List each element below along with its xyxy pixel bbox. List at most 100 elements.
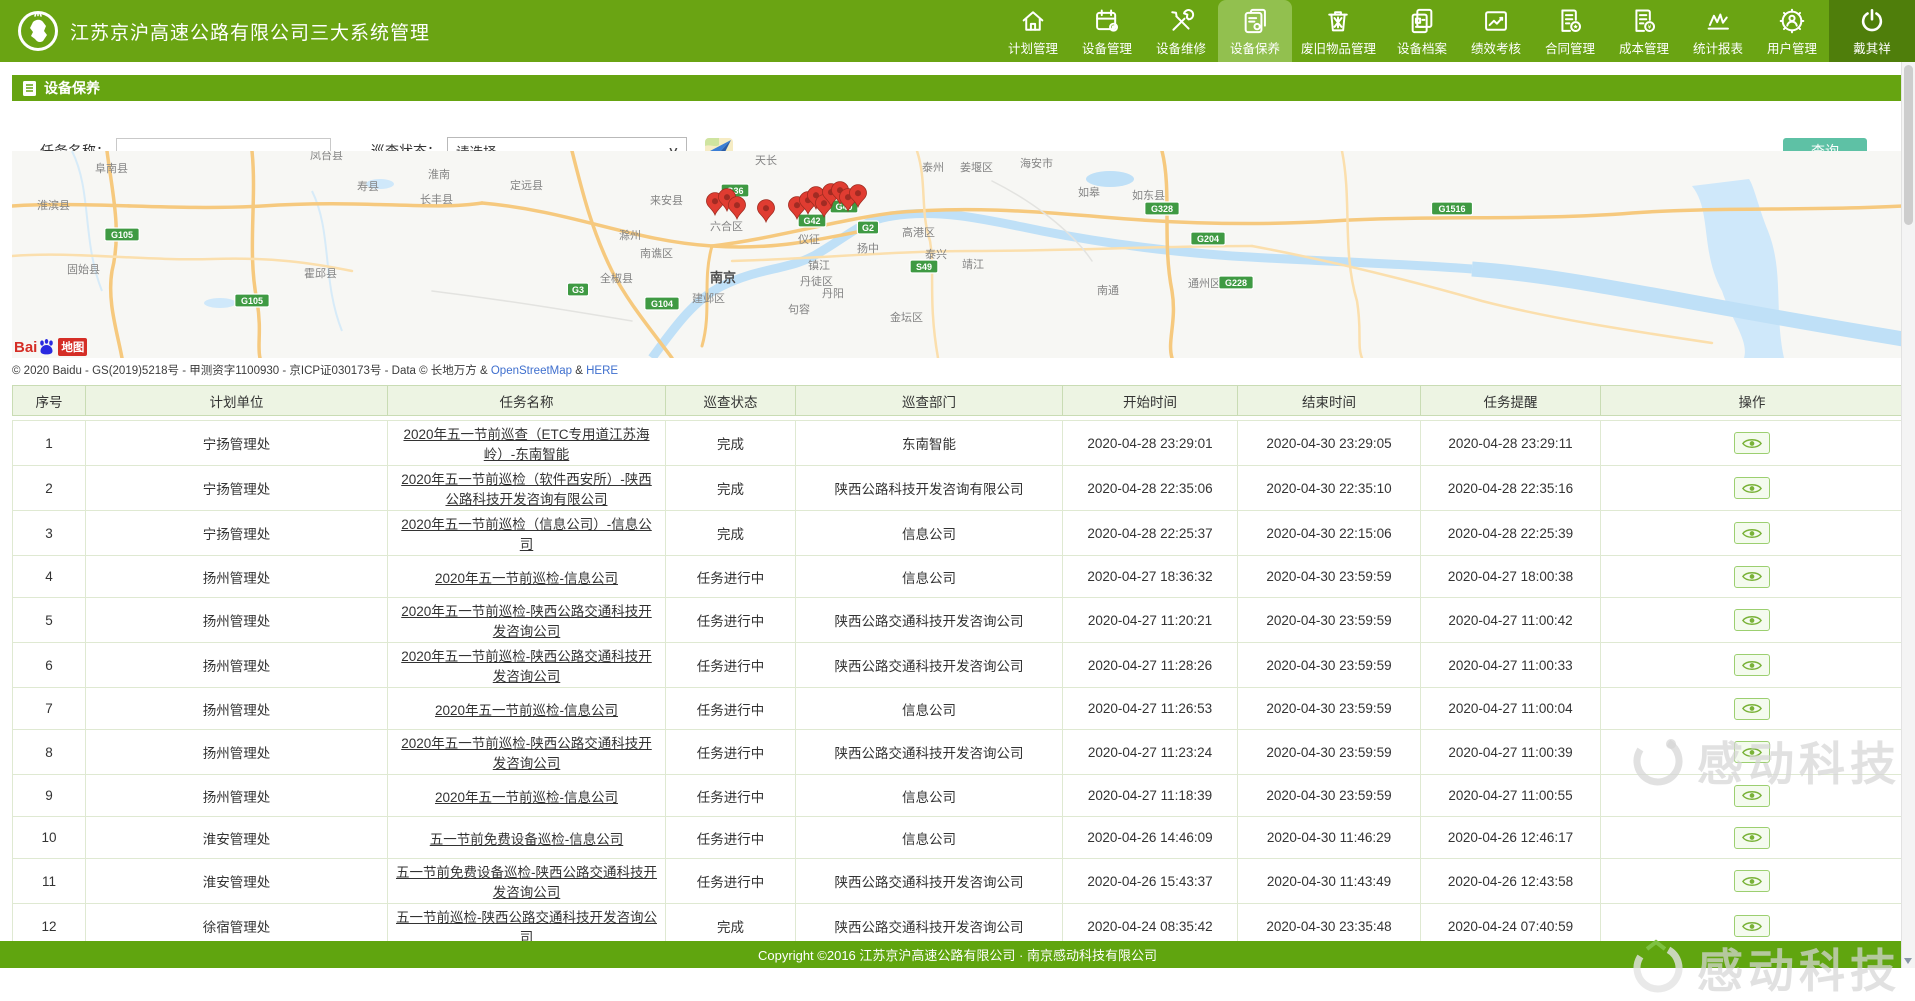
- task-cell: 2020年五一节前巡检-信息公司: [388, 556, 666, 598]
- nav-item-label: 设备维修: [1156, 38, 1206, 57]
- view-button[interactable]: [1734, 827, 1770, 849]
- view-button[interactable]: [1734, 654, 1770, 676]
- highway-shield: G105: [105, 228, 139, 241]
- table-header: 序号计划单位任务名称巡查状态巡查部门开始时间结束时间任务提醒操作: [12, 385, 1903, 416]
- task-link[interactable]: 2020年五一节前巡检-信息公司: [435, 571, 618, 586]
- view-button[interactable]: [1734, 870, 1770, 892]
- nav-item-label: 合同管理: [1545, 38, 1595, 57]
- task-link[interactable]: 五一节前免费设备巡检-信息公司: [430, 832, 624, 847]
- nav-item-11[interactable]: 用户管理: [1755, 0, 1829, 62]
- report-icon: [1704, 5, 1732, 35]
- baidu-logo[interactable]: Bai 地图: [14, 338, 87, 356]
- table-row: 8扬州管理处2020年五一节前巡检-陕西公路交通科技开发咨询公司任务进行中陕西公…: [13, 730, 1904, 775]
- view-button[interactable]: [1734, 785, 1770, 807]
- view-button[interactable]: [1734, 566, 1770, 588]
- view-button[interactable]: [1734, 741, 1770, 763]
- nav-item-5[interactable]: 废旧物品管理: [1292, 0, 1385, 62]
- status-cell: 任务进行中: [666, 688, 796, 730]
- view-button[interactable]: [1734, 432, 1770, 454]
- scrollbar-thumb[interactable]: [1904, 65, 1913, 225]
- scrollbar-down-arrow[interactable]: [1904, 958, 1912, 964]
- nav-item-label: 成本管理: [1619, 38, 1669, 57]
- nav-item-label: 设备档案: [1397, 38, 1447, 57]
- company-logo-icon[interactable]: [16, 9, 60, 53]
- status-cell: 任务进行中: [666, 859, 796, 904]
- task-link[interactable]: 2020年五一节前巡检-信息公司: [435, 790, 618, 805]
- svg-text:G42: G42: [803, 216, 820, 226]
- remind-time-cell: 2020-04-27 11:00:39: [1421, 730, 1601, 775]
- task-link[interactable]: 2020年五一节前巡检-陕西公路交通科技开发咨询公司: [401, 649, 652, 684]
- task-link[interactable]: 2020年五一节前巡检-信息公司: [435, 703, 618, 718]
- task-link[interactable]: 2020年五一节前巡检-陕西公路交通科技开发咨询公司: [401, 604, 652, 639]
- status-cell: 完成: [666, 466, 796, 511]
- plan-unit-cell: 宁扬管理处: [86, 421, 388, 466]
- start-time-cell: 2020-04-27 18:36:32: [1063, 556, 1238, 598]
- task-cell: 2020年五一节前巡检-信息公司: [388, 775, 666, 817]
- eye-icon: [1742, 482, 1762, 495]
- end-time-cell: 2020-04-30 23:59:59: [1238, 556, 1421, 598]
- task-link[interactable]: 2020年五一节前巡检-陕西公路交通科技开发咨询公司: [401, 736, 652, 771]
- column-header: 计划单位: [86, 386, 388, 416]
- map-city-label: 南京: [710, 270, 736, 285]
- view-button[interactable]: [1734, 609, 1770, 631]
- nav-item-6[interactable]: 设备档案: [1385, 0, 1459, 62]
- status-cell: 完成: [666, 421, 796, 466]
- nav-item-7[interactable]: 绩效考核: [1459, 0, 1533, 62]
- map-city-label: 高港区: [902, 225, 935, 239]
- device-manage-icon: [1093, 5, 1121, 35]
- start-time-cell: 2020-04-27 11:23:24: [1063, 730, 1238, 775]
- vertical-scrollbar[interactable]: [1901, 62, 1915, 968]
- view-button[interactable]: [1734, 698, 1770, 720]
- nav-item-4[interactable]: 设备保养: [1218, 0, 1292, 62]
- action-cell: [1601, 643, 1904, 688]
- column-header: 序号: [13, 386, 86, 416]
- table-row: 5扬州管理处2020年五一节前巡检-陕西公路交通科技开发咨询公司任务进行中陕西公…: [13, 598, 1904, 643]
- copyright-text: Copyright ©2016 江苏京沪高速公路有限公司 · 南京感动科技有限公…: [758, 945, 1157, 964]
- view-button[interactable]: [1734, 522, 1770, 544]
- dept-cell: 信息公司: [796, 775, 1063, 817]
- svg-text:G3: G3: [572, 285, 584, 295]
- nav-item-9[interactable]: ¥成本管理: [1607, 0, 1681, 62]
- nav-item-3[interactable]: 设备维修: [1144, 0, 1218, 62]
- nav-item-12[interactable]: 戴其祥: [1829, 0, 1915, 62]
- here-link[interactable]: HERE: [586, 365, 618, 377]
- highway-shield: G2: [857, 221, 878, 234]
- user-manage-icon: [1778, 5, 1806, 35]
- start-time-cell: 2020-04-27 11:18:39: [1063, 775, 1238, 817]
- start-time-cell: 2020-04-26 15:43:37: [1063, 859, 1238, 904]
- baidu-map[interactable]: 阜南县凤台县淮南寿县霍邱县固始县淮滨县长丰县定远县来安县滁州南谯区全椒县天长六合…: [12, 151, 1903, 358]
- nav-item-label: 统计报表: [1693, 38, 1743, 57]
- maintain-icon: [1241, 5, 1269, 35]
- remind-time-cell: 2020-04-27 11:00:33: [1421, 643, 1601, 688]
- nav-items: 计划管理设备管理设备维修设备保养废旧物品管理设备档案绩效考核合同管理 ¥成本管理统…: [996, 0, 1915, 62]
- plan-unit-cell: 淮安管理处: [86, 859, 388, 904]
- status-cell: 完成: [666, 511, 796, 556]
- view-button[interactable]: [1734, 477, 1770, 499]
- nav-item-2[interactable]: 设备管理: [1070, 0, 1144, 62]
- nav-item-8[interactable]: 合同管理: [1533, 0, 1607, 62]
- task-link[interactable]: 2020年五一节前巡查（ETC专用道江苏海岭）-东南智能: [403, 427, 649, 462]
- osm-link[interactable]: OpenStreetMap: [491, 365, 572, 377]
- attribution-text: © 2020 Baidu - GS(2019)5218号 - 甲测资字11009…: [12, 365, 491, 377]
- status-cell: 任务进行中: [666, 598, 796, 643]
- task-link[interactable]: 2020年五一节前巡检（软件西安所）-陕西公路科技开发咨询有限公司: [401, 472, 652, 507]
- task-cell: 五一节前免费设备巡检-信息公司: [388, 817, 666, 859]
- row-index: 10: [13, 817, 86, 859]
- task-link[interactable]: 五一节前巡检-陕西公路交通科技开发咨询公司: [396, 910, 657, 945]
- eye-icon: [1742, 659, 1762, 672]
- nav-item-1[interactable]: 计划管理: [996, 0, 1070, 62]
- view-button[interactable]: [1734, 915, 1770, 937]
- eye-icon: [1742, 831, 1762, 844]
- highway-shield: G3: [567, 283, 588, 296]
- eye-icon: [1742, 875, 1762, 888]
- task-cell: 2020年五一节前巡检（信息公司）-信息公司: [388, 511, 666, 556]
- task-link[interactable]: 2020年五一节前巡检（信息公司）-信息公司: [401, 517, 652, 552]
- status-cell: 任务进行中: [666, 817, 796, 859]
- action-cell: [1601, 421, 1904, 466]
- highway-shield: G42: [798, 214, 826, 227]
- nav-item-10[interactable]: 统计报表: [1681, 0, 1755, 62]
- svg-text:G204: G204: [1197, 234, 1219, 244]
- task-link[interactable]: 五一节前免费设备巡检-陕西公路交通科技开发咨询公司: [396, 865, 657, 900]
- plan-unit-cell: 扬州管理处: [86, 556, 388, 598]
- row-index: 11: [13, 859, 86, 904]
